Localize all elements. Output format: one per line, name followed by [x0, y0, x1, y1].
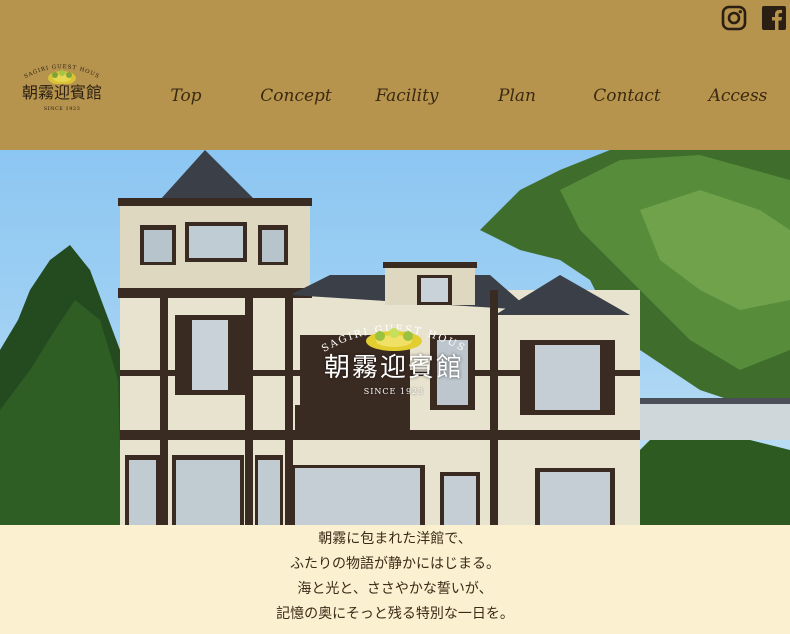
nav-top[interactable]: Top: [136, 86, 236, 106]
site-header: ASAGIRI GUEST HOUSE 朝霧迎賓館 SINCE 1923 Top…: [0, 0, 790, 150]
hero-logo-since: SINCE 1923: [363, 387, 425, 396]
facebook-icon[interactable]: [761, 5, 787, 31]
main-nav: Top Concept Facility Plan Contact Access: [0, 86, 790, 110]
hero-logo-name: 朝霧迎賓館: [323, 353, 464, 383]
nav-facility[interactable]: Facility: [357, 86, 457, 106]
nav-access[interactable]: Access: [688, 86, 788, 106]
nav-contact[interactable]: Contact: [577, 86, 677, 106]
hero-image: ASAGIRI GUEST HOUSE 朝霧迎賓館 SINCE 1923: [0, 150, 790, 525]
instagram-icon[interactable]: [721, 5, 747, 31]
intro-line-1: 朝霧に包まれた洋館で、: [318, 531, 472, 547]
nav-plan[interactable]: Plan: [467, 86, 567, 106]
intro-section: 朝霧に包まれた洋館で、 ふたりの物語が静かにはじまる。 海と光と、ささやかな誓い…: [0, 525, 790, 634]
nav-concept[interactable]: Concept: [246, 86, 346, 106]
intro-line-3: 海と光と、ささやかな誓いが、: [297, 581, 493, 597]
intro-line-2: ふたりの物語が静かにはじまる。: [290, 556, 500, 572]
logo-wreath-icon: [48, 70, 76, 84]
intro-line-4: 記憶の奥にそっと残る特別な一日を。: [276, 606, 514, 622]
hero-logo-overlay: ASAGIRI GUEST HOUSE 朝霧迎賓館 SINCE 1923: [314, 313, 474, 413]
